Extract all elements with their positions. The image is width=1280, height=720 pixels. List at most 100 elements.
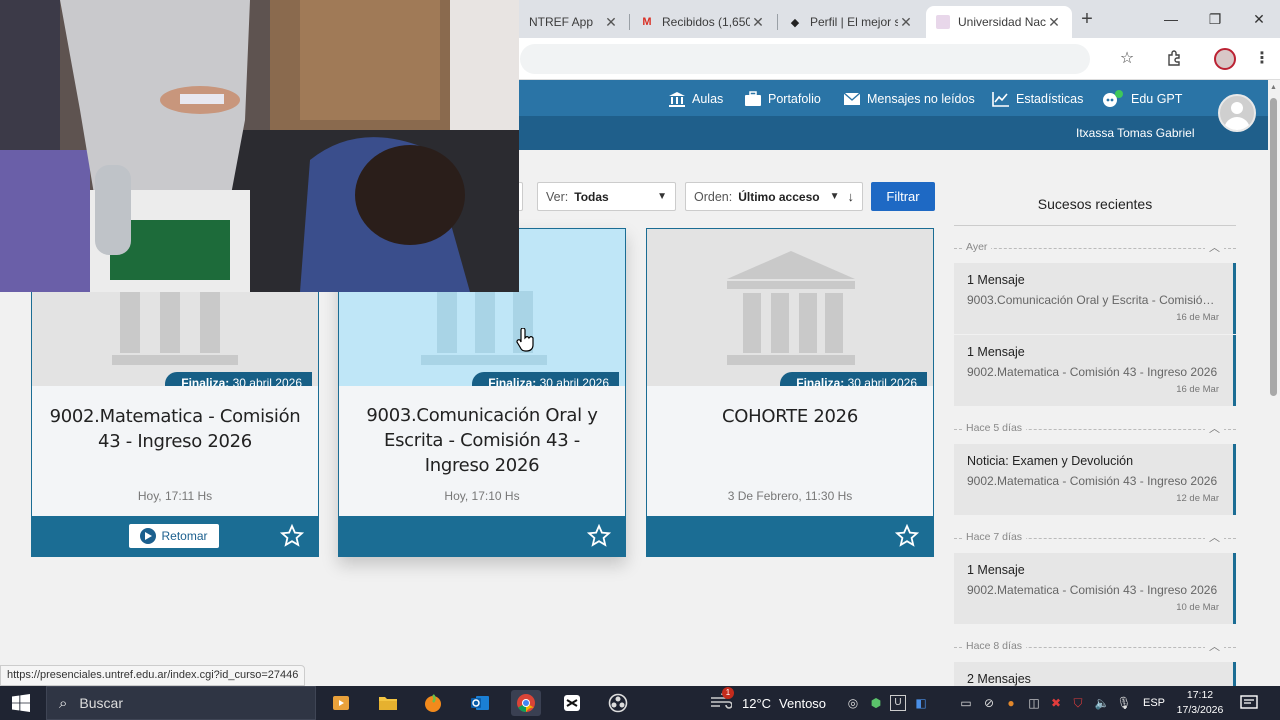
brave-icon[interactable]: ● [1003, 695, 1019, 711]
close-icon[interactable]: ✕ [898, 14, 914, 31]
windows-taskbar: ⌕ Buscar 1 12°C Ventoso ◎ ⬢ U ◧ ▭ ⊘ ● ◫ … [0, 686, 1280, 720]
chevron-up-icon[interactable]: ︿ [1205, 638, 1224, 654]
close-window-icon[interactable]: ✕ [1248, 8, 1270, 30]
course-title[interactable]: 9002.Matematica - Comisión 43 - Ingreso … [44, 404, 306, 454]
more-menu-icon[interactable]: ⋮ [1252, 49, 1272, 69]
weather-alert-badge: 1 [722, 687, 734, 699]
gpu-icon[interactable]: ◫ [1026, 695, 1042, 711]
event-item[interactable]: 1 Mensaje 9003.Comunicación Oral y Escri… [954, 263, 1236, 334]
event-item[interactable]: Noticia: Examen y Devolución 9002.Matema… [954, 444, 1236, 515]
clock-time: 17:12 [1186, 689, 1214, 701]
nav-mensajes[interactable]: Mensajes no leídos [843, 88, 975, 110]
tab-title: Recibidos (1,650 [662, 15, 750, 29]
diamond-icon: ◆ [790, 16, 800, 29]
address-bar[interactable] [520, 44, 1090, 74]
chevron-up-icon[interactable]: ︿ [1205, 420, 1224, 436]
course-card[interactable]: Finaliza: 30 abril 2026 COHORTE 2026 3 D… [646, 228, 934, 557]
webcam-overlay [0, 0, 519, 292]
network-icon[interactable]: ▭ [958, 695, 974, 711]
orden-label: Orden: [694, 189, 733, 204]
finaliza-date: 30 abril 2026 [232, 376, 302, 386]
outlook-icon[interactable] [465, 690, 495, 716]
nav-label: Mensajes no leídos [867, 92, 975, 106]
bookmark-star-icon[interactable]: ☆ [1117, 49, 1137, 69]
sidebar-title: Sucesos recientes [1037, 196, 1153, 212]
obs-icon[interactable] [603, 690, 633, 716]
new-tab-button[interactable]: + [1076, 8, 1098, 30]
star-icon[interactable] [587, 524, 611, 548]
course-title[interactable]: COHORTE 2026 [659, 404, 921, 429]
filter-button[interactable]: Filtrar [871, 182, 935, 211]
close-icon[interactable]: ✕ [750, 14, 766, 31]
close-icon[interactable]: ✕ [1046, 14, 1062, 31]
microphone-icon[interactable]: 🎙 [1116, 695, 1132, 711]
star-icon[interactable] [895, 524, 919, 548]
tab-title: Universidad Nac [958, 15, 1046, 29]
star-icon[interactable] [280, 524, 304, 548]
nav-label: Aulas [692, 92, 724, 106]
scrollbar-thumb[interactable] [1270, 98, 1277, 396]
chevron-up-icon[interactable]: ︿ [1205, 529, 1224, 545]
event-date: 16 de Mar [1176, 384, 1219, 395]
event-item[interactable]: 1 Mensaje 9002.Matematica - Comisión 43 … [954, 553, 1236, 624]
event-item[interactable]: 1 Mensaje 9002.Matematica - Comisión 43 … [954, 335, 1236, 406]
capcut-icon[interactable] [557, 690, 587, 716]
u-app-icon[interactable]: U [890, 695, 906, 711]
briefcase-icon [744, 91, 762, 107]
tab-perfil[interactable]: ◆ Perfil | El mejor s ✕ [778, 6, 924, 38]
user-avatar[interactable] [1218, 94, 1256, 132]
profile-avatar[interactable] [1214, 48, 1236, 70]
shield-tray-icon[interactable]: ⛉ [1070, 695, 1086, 711]
user-name[interactable]: Itxassa Tomas Gabriel [1076, 126, 1195, 140]
resume-button[interactable]: Retomar [129, 524, 219, 548]
event-subtitle: 9002.Matematica - Comisión 43 - Ingreso … [967, 474, 1218, 488]
outlook-tray-icon[interactable]: ◧ [913, 695, 929, 711]
clock-date: 17/3/2026 [1176, 704, 1224, 716]
extensions-icon[interactable] [1165, 49, 1185, 69]
nav-edu-gpt[interactable]: Edu GPT [1101, 88, 1182, 110]
language-indicator[interactable]: ESP [1143, 697, 1165, 709]
scroll-up-icon[interactable]: ▲ [1270, 84, 1277, 91]
resume-label: Retomar [161, 529, 208, 543]
tab-untref-app[interactable]: NTREF App ✕ [519, 6, 629, 38]
mute-icon[interactable]: ⊘ [981, 695, 997, 711]
close-icon[interactable]: ✕ [603, 14, 619, 31]
course-title[interactable]: 9003.Comunicación Oral y Escrita - Comis… [351, 403, 613, 478]
orden-select[interactable]: Orden: Último acceso ▼ ↓ [685, 182, 863, 211]
group-label[interactable]: Hace 5 días ︿ [954, 420, 1236, 436]
chevron-down-icon: ▼ [657, 191, 667, 202]
finaliza-label: Finaliza: [488, 376, 537, 386]
media-player-icon[interactable] [326, 690, 356, 716]
windows-start-icon[interactable] [12, 694, 30, 712]
finaliza-date: 30 abril 2026 [847, 376, 917, 386]
sort-direction-icon[interactable]: ↓ [848, 189, 855, 204]
nav-aulas[interactable]: Aulas [668, 88, 723, 110]
chevron-up-icon[interactable]: ︿ [1205, 239, 1224, 255]
weather-widget[interactable]: 1 12°C Ventoso [710, 686, 826, 720]
nav-portafolio[interactable]: Portafolio [744, 88, 821, 110]
envelope-icon [843, 91, 861, 107]
tab-universidad[interactable]: Universidad Nac ✕ [926, 6, 1072, 38]
clock[interactable]: 17:12 17/3/2026 [1176, 688, 1224, 718]
file-explorer-icon[interactable] [373, 690, 403, 716]
group-label[interactable]: Hace 8 días ︿ [954, 638, 1236, 654]
event-item[interactable]: 2 Mensajes [954, 662, 1236, 686]
taskbar-search[interactable]: ⌕ Buscar [46, 686, 316, 720]
tab-gmail[interactable]: M Recibidos (1,650 ✕ [630, 6, 776, 38]
notification-icon[interactable] [1240, 695, 1258, 711]
chrome-icon[interactable] [511, 690, 541, 716]
fl-studio-icon[interactable] [418, 690, 448, 716]
shield-icon[interactable]: ⬢ [868, 695, 884, 711]
group-label[interactable]: Ayer ︿ [954, 239, 1236, 255]
group-label[interactable]: Hace 7 días ︿ [954, 529, 1236, 545]
event-date: 16 de Mar [1176, 312, 1219, 323]
steam-icon[interactable]: ◎ [845, 695, 861, 711]
ver-label: Ver: [546, 189, 569, 204]
divider [954, 225, 1236, 226]
antivirus-icon[interactable]: ✖ [1048, 695, 1064, 711]
ver-select[interactable]: Ver: Todas ▼ [537, 182, 676, 211]
nav-estadisticas[interactable]: Estadísticas [992, 88, 1083, 110]
speaker-icon[interactable]: 🔈 [1094, 695, 1110, 711]
restore-icon[interactable]: ❐ [1204, 8, 1226, 30]
minimize-icon[interactable]: — [1160, 8, 1182, 30]
